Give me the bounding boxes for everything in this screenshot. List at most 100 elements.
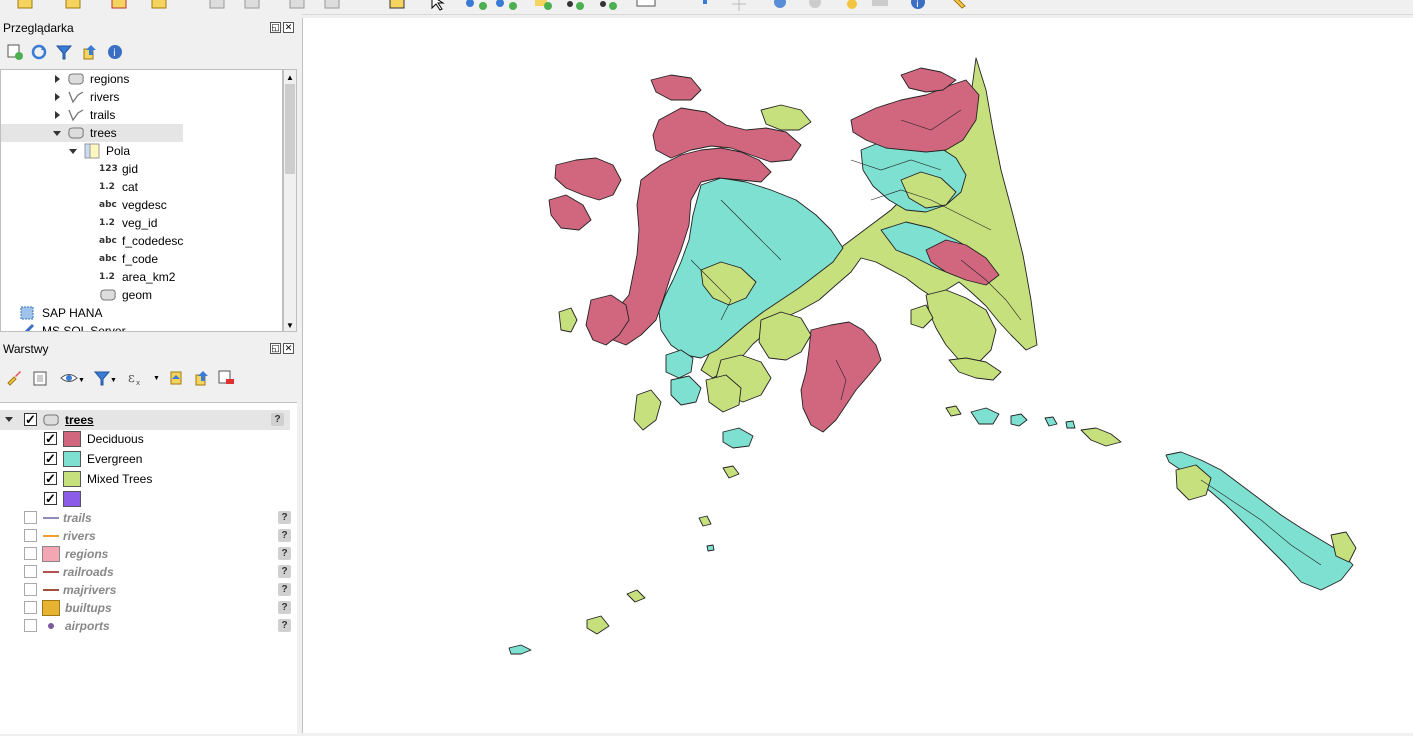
scroll-thumb[interactable] (285, 84, 295, 174)
class-checkbox[interactable] (44, 469, 57, 489)
add-part-icon[interactable] (600, 1, 617, 10)
layer-row-trees[interactable]: trees ? (0, 410, 290, 430)
layer-visibility-checkbox[interactable] (24, 410, 37, 430)
scroll-down-icon[interactable]: ▼ (286, 321, 294, 330)
tree-item-sap-hana[interactable]: SAP HANA (1, 304, 282, 322)
layer-row-rivers[interactable]: rivers ? (0, 526, 297, 546)
filter-icon[interactable] (55, 43, 73, 61)
layer-visibility-checkbox[interactable] (24, 547, 37, 560)
collapse-arrow-icon[interactable] (53, 131, 61, 136)
field-item[interactable]: 1.2 veg_id (1, 214, 282, 232)
move-feature-icon[interactable] (244, 0, 260, 9)
field-item[interactable]: geom (1, 286, 282, 304)
layer-row-majrivers[interactable]: majrivers ? (0, 580, 297, 600)
help-icon[interactable]: ? (271, 413, 284, 426)
pointer-icon[interactable] (431, 0, 445, 11)
layer-visibility-checkbox[interactable] (24, 619, 37, 632)
visibility-eye-icon[interactable] (60, 369, 78, 387)
map-canvas[interactable] (302, 18, 1413, 733)
deselect-icon[interactable] (111, 0, 127, 9)
toggle-edit-icon[interactable] (65, 0, 81, 9)
remove-layer-icon[interactable] (217, 369, 235, 387)
expression-filter-icon[interactable]: εx (126, 369, 144, 387)
add-layer-icon[interactable] (6, 43, 24, 61)
help-icon[interactable]: ? (278, 601, 291, 614)
expand-arrow-icon[interactable] (55, 75, 60, 83)
layer-visibility-checkbox[interactable] (24, 583, 37, 596)
help-icon[interactable]: ? (278, 547, 291, 560)
delete-icon[interactable] (324, 0, 340, 9)
select-feature-icon[interactable] (17, 0, 33, 9)
help-icon[interactable]: ? (278, 619, 291, 632)
tree-item-trees[interactable]: trees (1, 124, 183, 142)
field-item[interactable]: 1.2 area_km2 (1, 268, 282, 286)
layer-visibility-checkbox[interactable] (24, 565, 37, 578)
filter-legend-icon[interactable] (93, 369, 111, 387)
layer-visibility-checkbox[interactable] (24, 601, 37, 614)
layer-row-airports[interactable]: airports ? (0, 616, 297, 636)
field-item[interactable]: abc vegdesc (1, 196, 282, 214)
field-item[interactable]: abc f_codedesc (1, 232, 282, 250)
add-globe-icon[interactable] (809, 0, 821, 8)
node-tool-icon[interactable] (289, 0, 305, 9)
properties-icon[interactable]: i (106, 43, 124, 61)
tree-item-regions[interactable]: regions (1, 70, 282, 88)
expand-arrow-icon[interactable] (55, 111, 60, 119)
measure-icon[interactable] (872, 0, 888, 6)
field-item[interactable]: abc f_code (1, 250, 282, 268)
close-panel-button[interactable]: ✕ (283, 343, 294, 354)
help-icon[interactable]: ? (278, 565, 291, 578)
star-icon[interactable] (847, 0, 857, 9)
collapse-all-icon[interactable] (81, 43, 99, 61)
dropdown-arrow-icon[interactable]: ▼ (78, 377, 85, 384)
class-checkbox[interactable] (44, 489, 57, 509)
help-icon[interactable]: ? (278, 511, 291, 524)
tree-item-mssql[interactable]: MS SQL Server (1, 322, 282, 331)
tree-item-trails[interactable]: trails (1, 106, 282, 124)
browser-scrollbar[interactable]: ▲ ▼ (283, 69, 297, 332)
class-row-evergreen[interactable]: Evergreen (0, 449, 297, 469)
field-item[interactable]: 1.2 cat (1, 178, 282, 196)
identify-icon[interactable] (151, 0, 167, 9)
globe-icon[interactable] (774, 0, 786, 8)
close-panel-button[interactable]: ✕ (283, 22, 294, 33)
layer-row-railroads[interactable]: railroads ? (0, 562, 297, 582)
expand-all-icon[interactable] (168, 369, 186, 387)
annotation-icon[interactable] (636, 0, 656, 7)
digitize-icon[interactable] (209, 0, 225, 9)
layer-row-regions[interactable]: regions ? (0, 544, 297, 564)
add-vertex-icon[interactable] (466, 0, 487, 10)
help-icon[interactable]: ? (278, 583, 291, 596)
style-brush-icon[interactable] (5, 369, 23, 387)
class-row-mixed[interactable]: Mixed Trees (0, 469, 297, 489)
collapse-arrow-icon[interactable] (69, 149, 77, 154)
collapse-arrow-icon[interactable] (5, 417, 13, 422)
float-panel-button[interactable]: ◱ (270, 343, 281, 354)
add-ring-icon[interactable] (567, 1, 584, 10)
info-icon[interactable]: i (911, 0, 925, 10)
pencil-icon[interactable] (950, 0, 966, 9)
tree-item-rivers[interactable]: rivers (1, 88, 282, 106)
expand-arrow-icon[interactable] (55, 93, 60, 101)
field-item[interactable]: 123 gid (1, 160, 282, 178)
class-row-other[interactable] (0, 489, 297, 509)
refresh-icon[interactable] (30, 43, 48, 61)
pan-icon[interactable] (703, 0, 707, 4)
layer-row-trails[interactable]: trails ? (0, 508, 297, 528)
dropdown-arrow-icon[interactable]: ▼ (153, 375, 160, 382)
add-point-icon[interactable] (535, 0, 552, 10)
layer-visibility-checkbox[interactable] (24, 511, 37, 524)
class-checkbox[interactable] (44, 429, 57, 449)
layer-row-builtups[interactable]: builtups ? (0, 598, 297, 618)
label-tool-icon[interactable] (389, 0, 405, 9)
rotate-icon[interactable] (732, 0, 746, 11)
layer-visibility-checkbox[interactable] (24, 529, 37, 542)
add-segment-icon[interactable] (496, 0, 517, 10)
class-checkbox[interactable] (44, 449, 57, 469)
tree-item-fields[interactable]: Pola (1, 142, 282, 160)
help-icon[interactable]: ? (278, 529, 291, 542)
float-panel-button[interactable]: ◱ (270, 22, 281, 33)
collapse-all-icon[interactable] (193, 369, 211, 387)
dropdown-arrow-icon[interactable]: ▼ (110, 377, 117, 384)
add-group-icon[interactable] (31, 369, 49, 387)
